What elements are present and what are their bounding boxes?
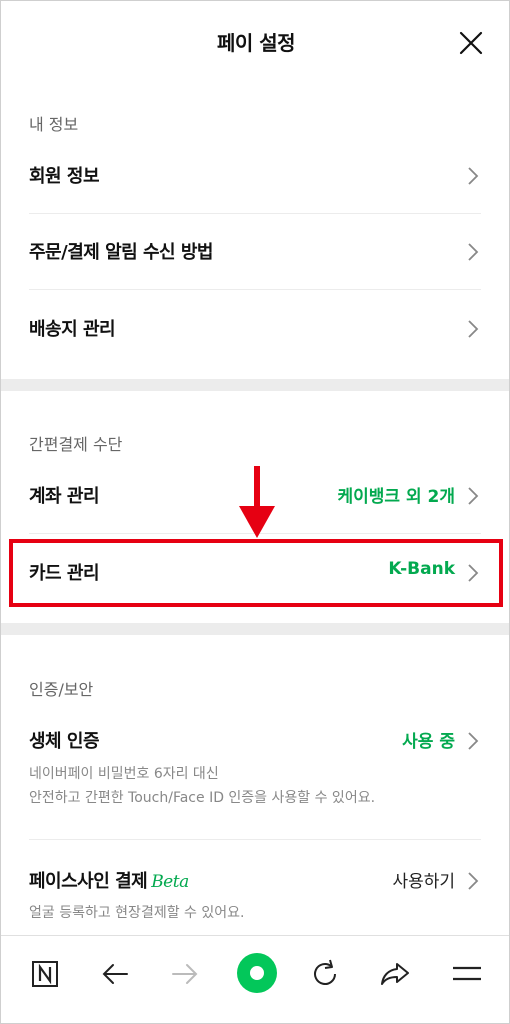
menu-item-label: 페이스사인 결제 Beta <box>29 867 189 893</box>
facesign-label: 페이스사인 결제 <box>29 871 148 892</box>
biometric-status: 사용 중 <box>402 732 455 752</box>
chevron-right-icon <box>468 872 479 890</box>
menu-item-member-info[interactable]: 회원 정보 <box>29 138 481 214</box>
section-label-security: 인증/보안 <box>29 680 94 699</box>
menu-item-label: 생체 인증 <box>29 731 100 752</box>
section-divider <box>1 379 509 391</box>
chevron-right-icon <box>468 167 479 185</box>
menu-item-label: 주문/결제 알림 수신 방법 <box>29 242 213 263</box>
description-line: 안전하고 간편한 Touch/Face ID 인증을 사용할 수 있어요. <box>29 790 376 806</box>
app-frame: 페이 설정 내 정보 회원 정보 주문/결제 알림 수신 방법 배송지 관리 간… <box>0 0 510 1024</box>
chevron-right-icon <box>468 320 479 338</box>
home-circle-icon[interactable] <box>235 951 279 995</box>
menu-item-facesign[interactable]: 페이스사인 결제 Beta 사용하기 <box>29 843 481 903</box>
arrow-down-icon <box>239 466 275 538</box>
highlight-box <box>9 539 503 607</box>
section-label-payment: 간편결제 수단 <box>29 435 123 454</box>
page-title: 페이 설정 <box>216 31 296 55</box>
description-line: 네이버페이 비밀번호 6자리 대신 <box>29 766 219 782</box>
menu-item-notification-method[interactable]: 주문/결제 알림 수신 방법 <box>29 214 481 290</box>
header: 페이 설정 <box>1 1 509 85</box>
menu-item-address[interactable]: 배송지 관리 <box>29 291 481 367</box>
menu-item-label: 회원 정보 <box>29 166 100 187</box>
close-icon[interactable] <box>459 31 483 55</box>
section-label-my-info: 내 정보 <box>29 115 79 134</box>
refresh-icon[interactable] <box>305 954 345 994</box>
forward-icon[interactable] <box>165 954 205 994</box>
share-icon[interactable] <box>375 954 415 994</box>
menu-item-label: 배송지 관리 <box>29 319 116 340</box>
menu-icon[interactable] <box>447 954 487 994</box>
chevron-right-icon <box>468 732 479 750</box>
naver-home-icon[interactable] <box>25 954 65 994</box>
facesign-action: 사용하기 <box>392 872 455 892</box>
chevron-right-icon <box>468 243 479 261</box>
chevron-right-icon <box>468 487 479 505</box>
account-value: 케이뱅크 외 2개 <box>337 487 455 507</box>
bottom-nav-bar <box>1 935 509 1023</box>
back-icon[interactable] <box>95 954 135 994</box>
menu-item-biometric[interactable]: 생체 인증 사용 중 <box>29 703 481 763</box>
biometric-description: 네이버페이 비밀번호 6자리 대신 안전하고 간편한 Touch/Face ID… <box>29 762 375 810</box>
menu-item-label: 계좌 관리 <box>29 486 100 507</box>
facesign-description: 얼굴 등록하고 현장결제할 수 있어요. <box>29 905 245 921</box>
section-divider <box>1 623 509 635</box>
beta-badge: Beta <box>151 872 189 892</box>
row-divider <box>29 839 481 840</box>
